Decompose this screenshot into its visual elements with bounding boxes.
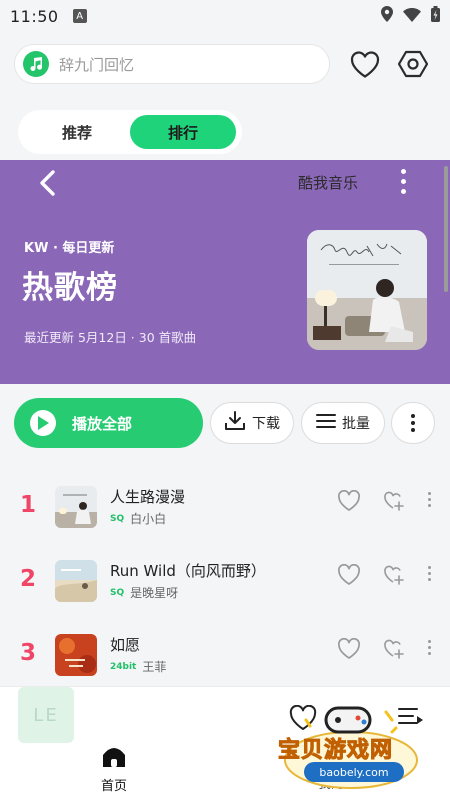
search-placeholder: 辞九门回忆 [59,55,135,74]
back-chevron-icon[interactable] [34,168,64,198]
status-icons [381,6,440,26]
more-actions-button[interactable] [391,402,435,444]
song-more-icon[interactable] [428,492,431,507]
mini-player-cover[interactable]: LE [18,687,74,743]
song-more-icon[interactable] [428,566,431,581]
scrollbar[interactable] [444,166,448,292]
wifi-icon [403,7,421,26]
song-meta: 24bit 王菲 [110,658,166,675]
chart-title: 热歌榜 [22,270,118,306]
chart-tag: KW · 每日更新 [24,241,115,256]
nav-home-label: 首页 [100,779,127,794]
share-heart-plus-icon[interactable] [383,490,405,512]
chart-update-info: 最近更新 5月12日 · 30 首歌曲 [24,330,197,345]
song-artist: 王菲 [142,660,167,674]
tab-bar: 推荐 排行 [18,110,242,154]
more-options-icon[interactable] [396,166,410,196]
song-rank: 1 [19,492,36,518]
play-icon [30,410,56,436]
chart-source: 酷我音乐 [298,174,359,192]
status-time: 11:50 [10,6,59,26]
song-cover-image [55,634,97,676]
quality-badge: SQ [110,587,125,598]
song-meta: SQ 白小白 [110,510,166,527]
song-cover-image [55,560,97,602]
song-row[interactable]: 2 Run Wild（向风而野） SQ 是晚星呀 [0,554,450,612]
watermark-text: 宝贝游戏网 [277,738,394,764]
song-title: 如愿 [110,636,141,654]
quality-badge: 24bit [110,661,137,672]
settings-hexagon-icon[interactable] [396,47,430,81]
watermark-logo: 宝贝游戏网 baobely.com [276,698,426,790]
like-heart-icon[interactable] [337,637,361,662]
tab-recommend[interactable]: 推荐 [24,115,130,149]
share-heart-plus-icon[interactable] [383,638,405,660]
action-row: 播放全部 下载 批量 [14,398,438,448]
download-icon [224,411,246,435]
chart-cover-image [307,230,427,350]
list-menu-icon [316,413,336,433]
download-label: 下载 [252,416,280,432]
play-all-button[interactable]: 播放全部 [14,398,203,448]
share-heart-plus-icon[interactable] [383,564,405,586]
quality-badge: SQ [110,513,125,524]
like-heart-icon[interactable] [337,563,361,588]
favorites-heart-icon[interactable] [348,47,382,81]
like-heart-icon[interactable] [337,489,361,514]
home-icon [101,745,127,771]
battery-icon [431,6,440,26]
song-row[interactable]: 1 人生路漫漫 SQ 白小白 [0,480,450,538]
song-title: Run Wild（向风而野） [110,562,266,580]
song-rank: 3 [19,640,36,666]
batch-label: 批量 [342,416,370,432]
song-title: 人生路漫漫 [110,488,186,506]
chart-header: 酷我音乐 KW · 每日更新 热歌榜 最近更新 5月12日 · 30 首歌曲 [0,160,450,384]
nav-home-tab[interactable]: 首页 [97,745,131,794]
song-meta: SQ 是晚星呀 [110,584,178,601]
song-artist: 白小白 [130,512,167,526]
more-dots-icon [411,414,415,432]
app-logo-icon [23,51,49,77]
batch-button[interactable]: 批量 [301,402,385,444]
song-rank: 2 [19,566,36,592]
song-row[interactable]: 3 如愿 24bit 王菲 [0,628,450,686]
watermark-url: baobely.com [304,762,404,782]
search-row: 辞九门回忆 [14,44,438,84]
song-more-icon[interactable] [428,640,431,655]
search-input[interactable]: 辞九门回忆 [14,44,330,84]
location-icon [381,6,393,26]
download-button[interactable]: 下载 [210,402,294,444]
play-all-label: 播放全部 [72,414,133,433]
song-artist: 是晚星呀 [130,586,179,600]
tab-ranking[interactable]: 排行 [130,115,236,149]
notification-icon: A [72,9,87,23]
song-cover-image [55,486,97,528]
status-bar: 11:50 A [0,0,450,32]
